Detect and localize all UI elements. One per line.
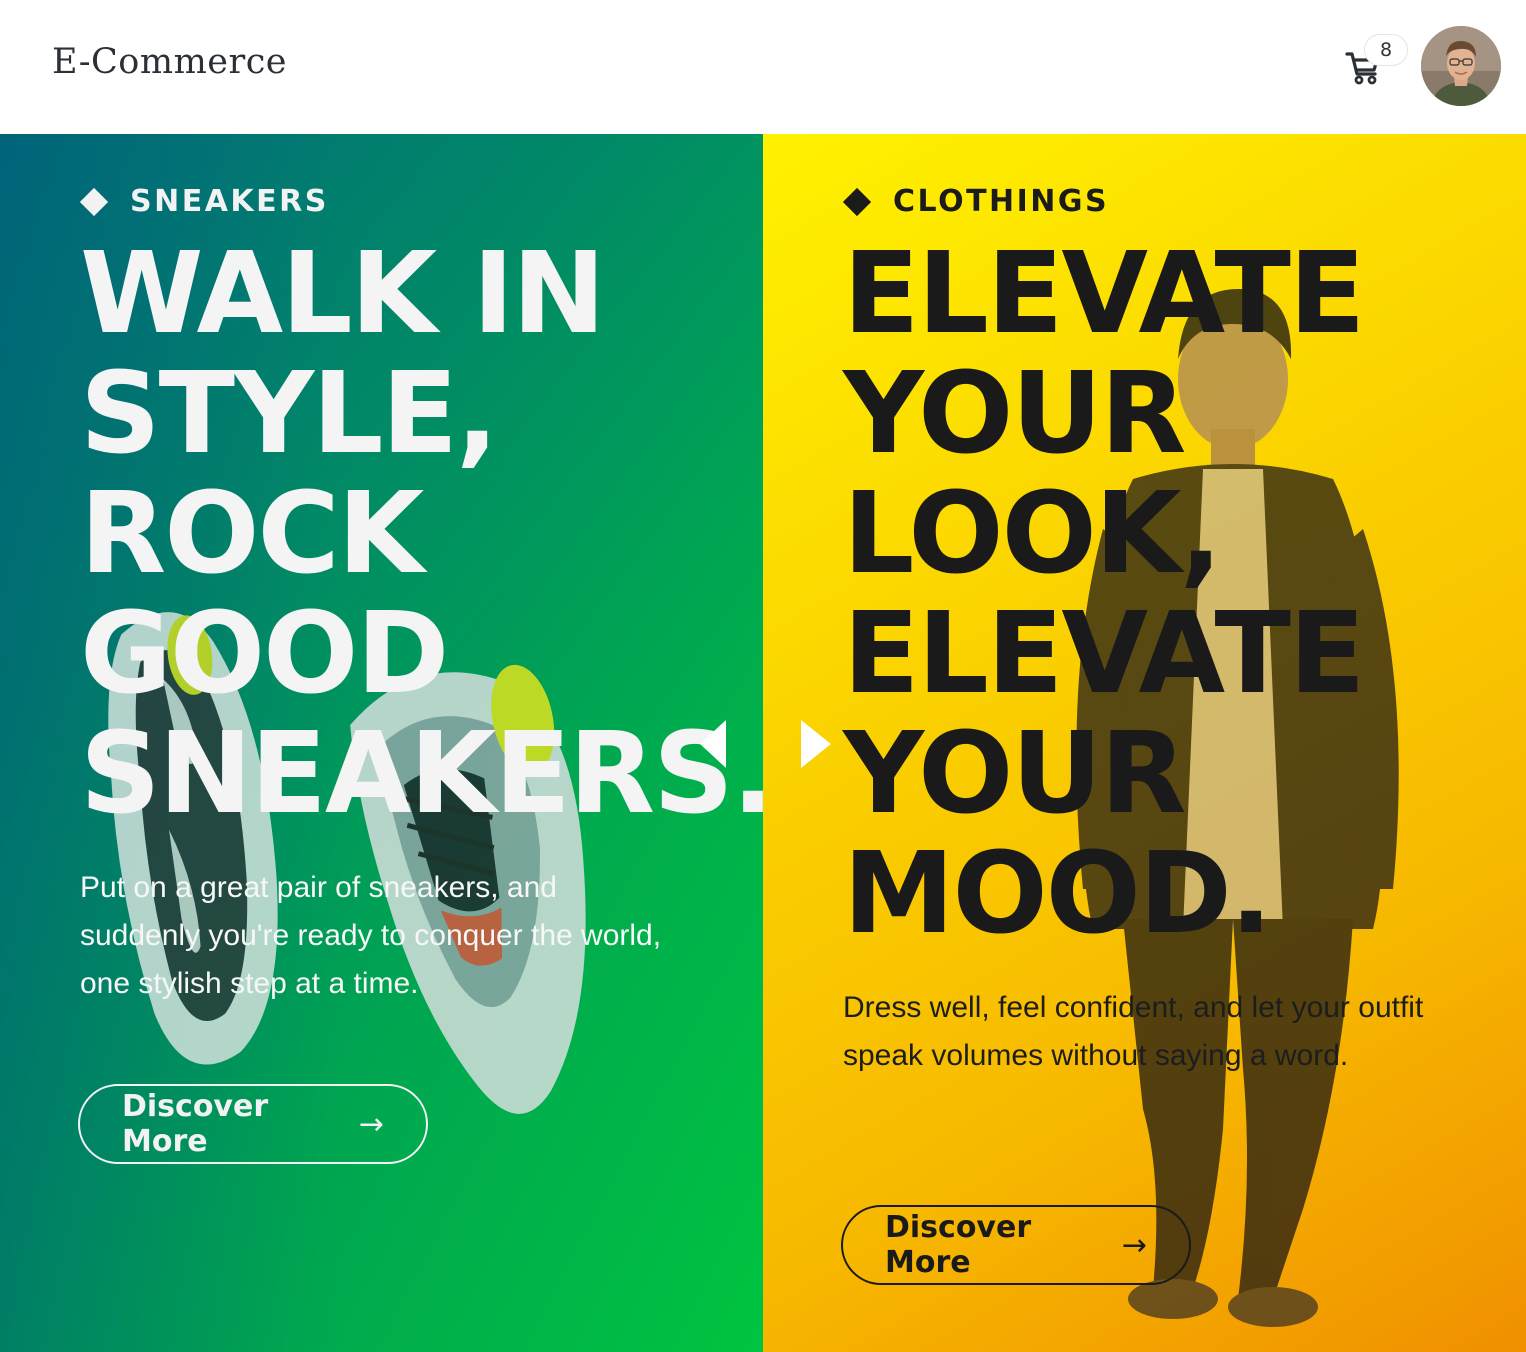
sneakers-description: Put on a great pair of sneakers, and sud… [80, 871, 662, 1000]
avatar-image [1421, 26, 1501, 106]
clothings-headline: ELEVATE YOUR LOOK, ELEVATE YOUR MOOD. [843, 229, 1365, 959]
arrow-right-icon: → [1121, 1227, 1147, 1263]
diamond-icon [842, 187, 872, 216]
arrow-right-icon: → [358, 1106, 384, 1142]
triangle-left-icon[interactable] [700, 720, 726, 768]
top-header: E-Commerce 8 [0, 0, 1526, 134]
category-tag: CLOTHINGS [842, 184, 1110, 219]
category-tag-label: SNEAKERS [130, 184, 329, 219]
clothings-panel: CLOTHINGS ELEVATE YOUR LOOK, ELEVATE YOU… [763, 134, 1526, 1352]
button-label: Discover More [885, 1210, 1032, 1280]
brand-logo[interactable]: E-Commerce [52, 42, 287, 82]
discover-more-button[interactable]: Discover More → [78, 1084, 428, 1164]
clothings-description: Dress well, feel confident, and let your… [843, 991, 1424, 1072]
discover-more-button[interactable]: Discover More → [841, 1205, 1191, 1285]
diamond-icon [79, 187, 109, 216]
category-tag-label: CLOTHINGS [893, 184, 1110, 219]
category-tag: SNEAKERS [79, 184, 329, 219]
sneakers-panel: SNEAKERS WALK IN STYLE, ROCK GOOD SNEAKE… [0, 134, 763, 1352]
button-label: Discover More [122, 1089, 269, 1159]
user-avatar[interactable] [1421, 26, 1501, 106]
triangle-right-icon[interactable] [801, 720, 831, 768]
sneakers-headline: WALK IN STYLE, ROCK GOOD SNEAKERS. [80, 229, 763, 839]
cart-count-badge: 8 [1364, 34, 1408, 66]
